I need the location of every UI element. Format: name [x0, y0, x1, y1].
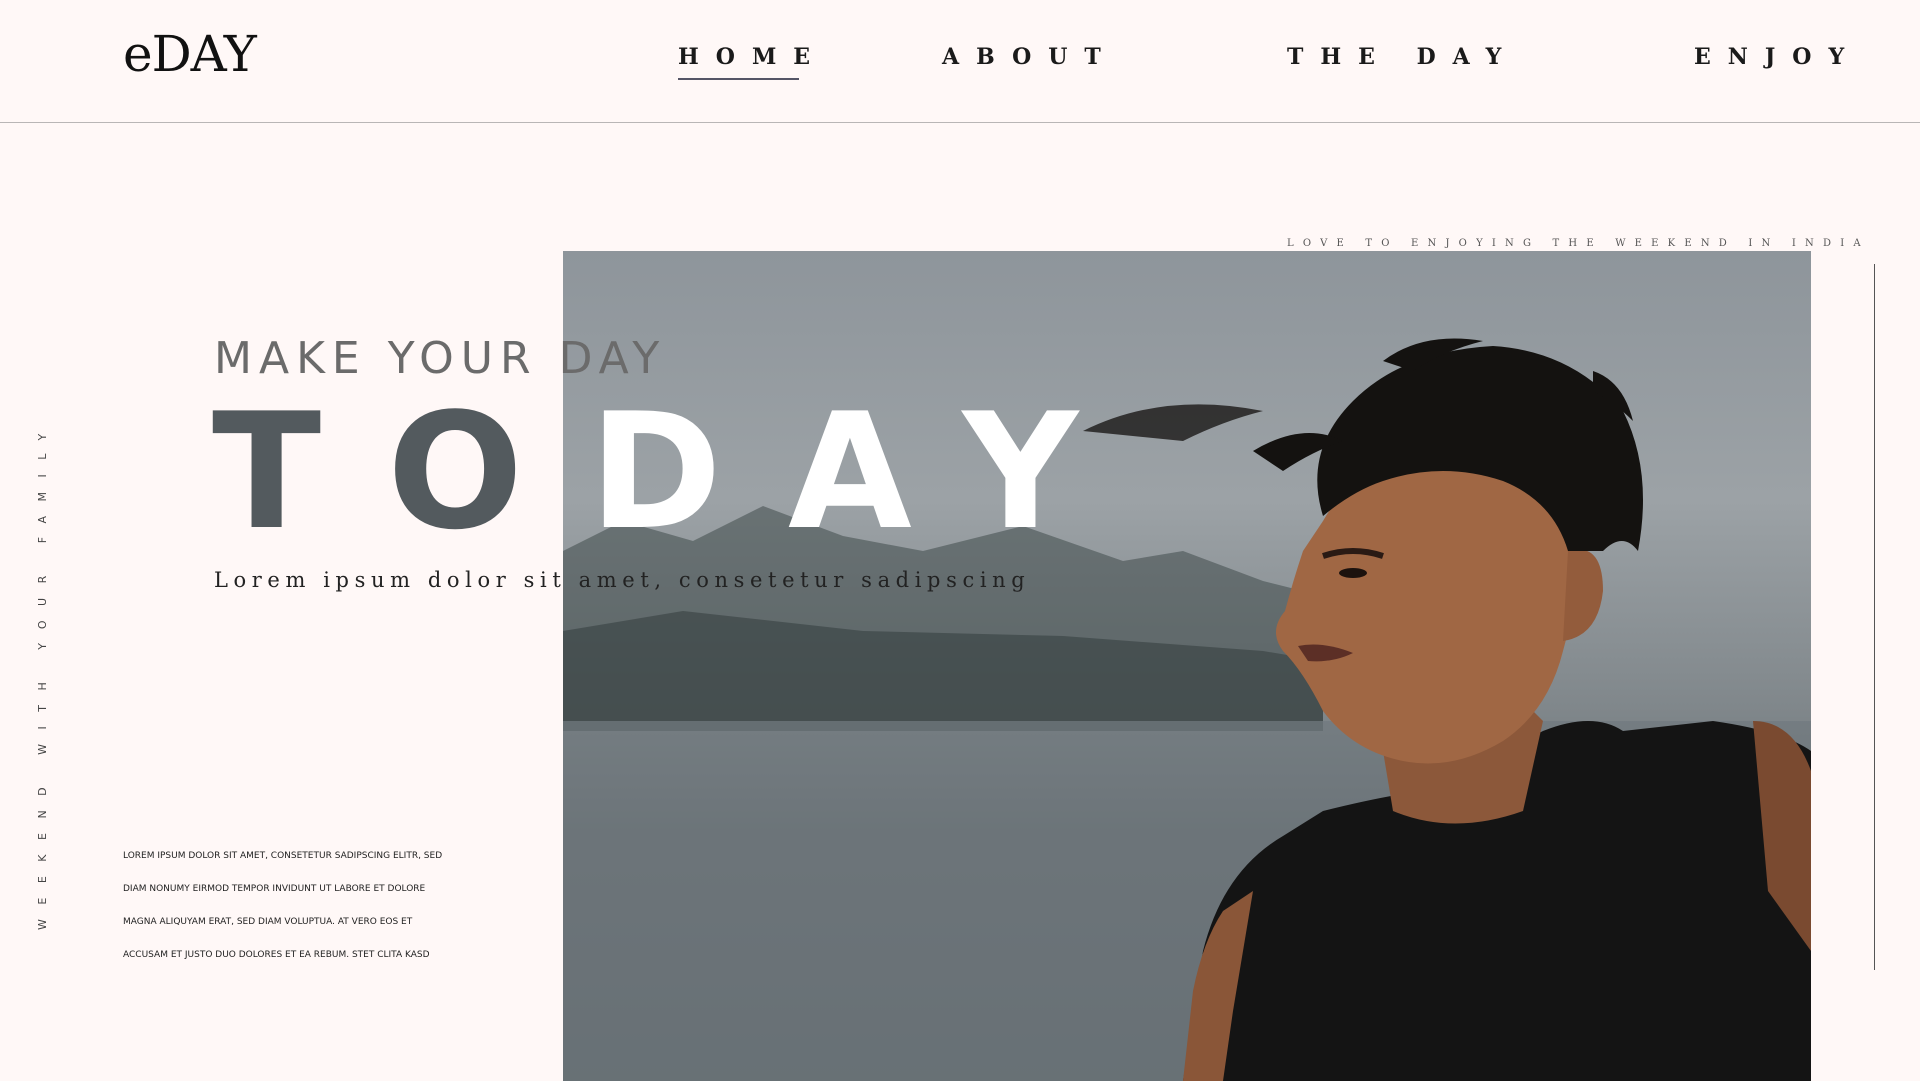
hero-subtitle: MAKE YOUR DAY [214, 333, 667, 384]
hero-lead-text: Lorem ipsum dolor sit amet, consetetur s… [214, 568, 1031, 592]
hero-photo [563, 251, 1811, 1081]
hero-photo-illustration [563, 338, 1811, 1081]
hero-tagline: LOVE TO ENJOYING THE WEEKEND IN INDIA [1287, 238, 1870, 249]
nav-enjoy[interactable]: ENJOY [1694, 44, 1861, 70]
hero-title: TODAY [212, 392, 1144, 552]
nav-the-day[interactable]: THE DAY [1287, 44, 1518, 70]
nav-active-underline [678, 78, 799, 80]
hero-body-text: LOREM IPSUM DOLOR SIT AMET, CONSETETUR S… [123, 851, 443, 960]
hero-title-part-dark: TO [212, 378, 590, 565]
nav-about[interactable]: ABOUT [942, 44, 1118, 70]
nav-home[interactable]: HOME [678, 44, 827, 70]
vertical-tagline: WEEKEND WITH YOUR FAMILY [36, 419, 49, 930]
hero-title-part-light: DAY [589, 378, 1145, 565]
site-header: eDAY HOME ABOUT THE DAY ENJOY [0, 0, 1920, 123]
site-logo[interactable]: eDAY [123, 25, 257, 83]
right-divider-line [1874, 264, 1875, 970]
